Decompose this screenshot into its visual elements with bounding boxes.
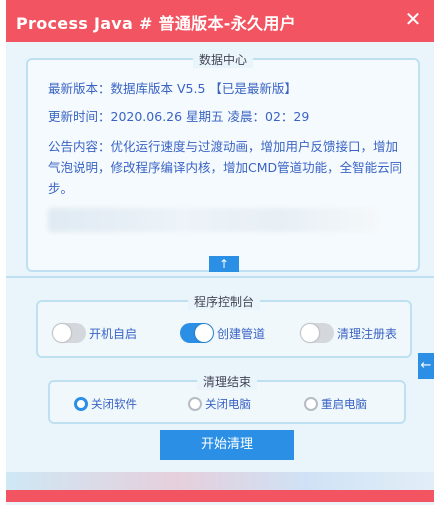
title-bar[interactable]: Process Java # 普通版本-永久用户 ✕ [6,0,434,42]
toggle-switch[interactable] [300,323,334,343]
toggle-knob [53,324,71,342]
control-panel: 程序控制台 开机自启 创建管道 清理注册表 [36,293,412,358]
scroll-top-button[interactable]: ↑ [209,256,239,272]
blurred-content [48,208,378,232]
radio-close-software[interactable]: 关闭软件 [74,396,137,412]
bottom-gradient-band [6,472,434,490]
control-panel-legend: 程序控制台 [187,293,261,310]
radio-button[interactable] [188,397,202,411]
clean-end-legend: 清理结束 [196,373,258,390]
toggle-switch[interactable] [52,323,86,343]
app-window: Process Java # 普通版本-永久用户 ✕ 数据中心 最新版本：数据库… [6,0,434,505]
radio-restart[interactable]: 重启电脑 [304,396,367,412]
toggle-knob [301,324,319,342]
radio-button[interactable] [74,397,88,411]
clean-end-panel: 清理结束 关闭软件 关闭电脑 重启电脑 [48,373,406,424]
radio-button[interactable] [304,397,318,411]
radio-label: 关闭电脑 [205,397,251,411]
toggle-label: 创建管道 [217,326,266,341]
radio-label: 关闭软件 [91,397,137,411]
toggle-label: 开机自启 [89,326,138,341]
radio-label: 重启电脑 [321,397,367,411]
start-clean-button[interactable]: 开始清理 [160,430,294,460]
toggle-switch[interactable] [180,323,214,343]
toggle-knob [195,324,213,342]
close-icon[interactable]: ✕ [402,8,424,30]
latest-version-text: 最新版本：数据库版本 V5.5 【已是最新版】 [48,81,297,96]
section-divider [6,276,434,278]
side-expand-button[interactable]: ← [418,353,434,379]
notice-text: 公告内容：优化运行速度与过渡动画，增加用户反馈接口，增加气泡说明，修改程序编译内… [48,139,403,196]
toggle-create-pipe[interactable]: 创建管道 [180,322,265,344]
toggle-label: 清理注册表 [337,326,398,341]
toggle-autostart[interactable]: 开机自启 [52,322,137,344]
update-time-text: 更新时间：2020.06.26 星期五 凌晨：02：29 [48,109,310,124]
data-center-legend: 数据中心 [192,51,254,68]
radio-shutdown[interactable]: 关闭电脑 [188,396,251,412]
window-title: Process Java # 普通版本-永久用户 [16,14,296,33]
bottom-color-band [6,490,434,502]
data-center-panel: 数据中心 最新版本：数据库版本 V5.5 【已是最新版】 更新时间：2020.0… [26,51,420,272]
toggle-clean-registry[interactable]: 清理注册表 [300,322,397,344]
